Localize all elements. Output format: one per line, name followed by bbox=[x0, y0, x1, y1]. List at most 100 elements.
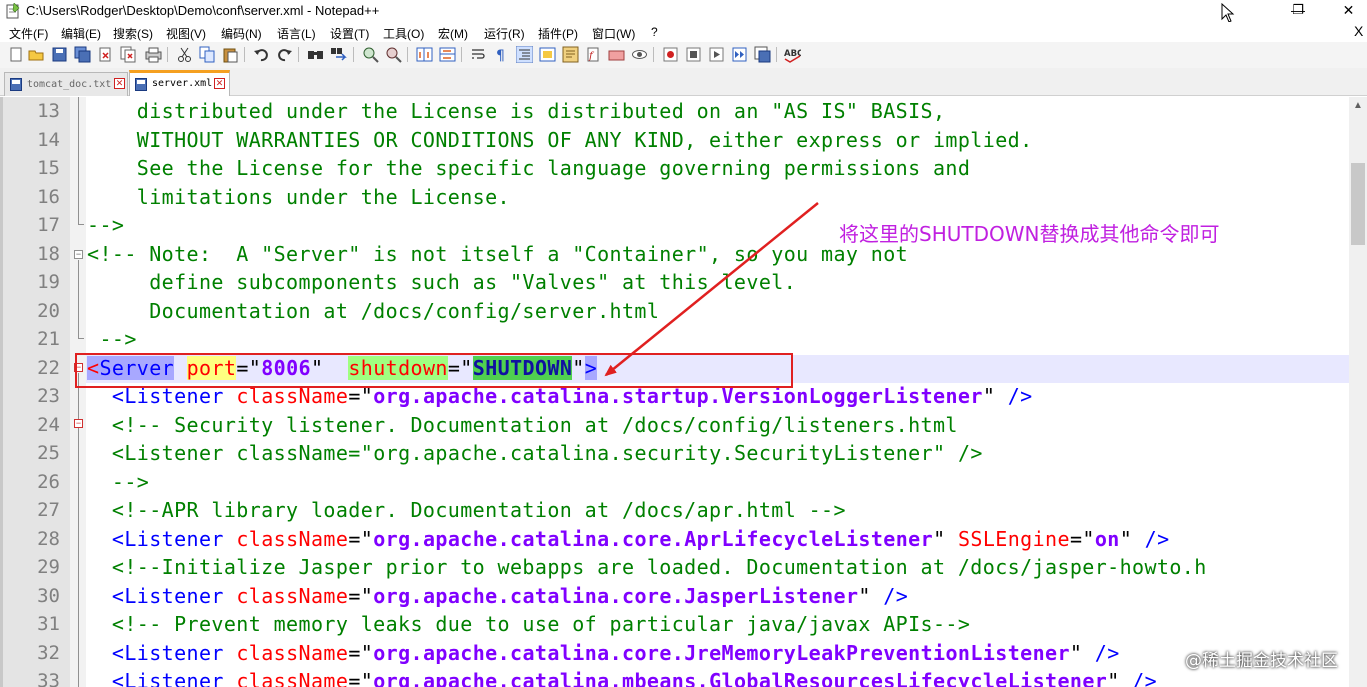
monitor-icon[interactable] bbox=[631, 46, 648, 63]
line-number: 22 bbox=[37, 356, 60, 379]
line-number: 18 bbox=[37, 242, 60, 265]
tab-server-xml[interactable]: server.xml ✕ bbox=[129, 70, 230, 96]
play-macro-icon[interactable] bbox=[708, 46, 725, 63]
code-line: 31 <!-- Prevent memory leaks due to use … bbox=[0, 610, 1349, 638]
menu-search[interactable]: 搜索(S) bbox=[113, 25, 153, 42]
code-line: 30 <Listener className="org.apache.catal… bbox=[0, 582, 1349, 610]
maximize-button[interactable]: ❐ bbox=[1275, 0, 1321, 22]
line-number: 24 bbox=[37, 413, 60, 436]
folder-workspace-icon[interactable] bbox=[608, 46, 625, 63]
find-icon[interactable] bbox=[307, 46, 324, 63]
line-number: 14 bbox=[37, 128, 60, 151]
tab-close-icon[interactable]: ✕ bbox=[114, 78, 125, 89]
spell-check-icon[interactable]: ABC bbox=[784, 46, 801, 63]
replace-icon[interactable] bbox=[330, 46, 347, 63]
code-line: 28 <Listener className="org.apache.catal… bbox=[0, 525, 1349, 553]
scrollbar-thumb[interactable] bbox=[1351, 163, 1365, 245]
menu-language[interactable]: 语言(L) bbox=[277, 25, 316, 42]
code-text: <Listener className="org.apache.catalina… bbox=[111, 526, 1170, 551]
toolbar-separator bbox=[167, 47, 168, 62]
line-number: 21 bbox=[37, 328, 60, 350]
menu-encoding[interactable]: 编码(N) bbox=[221, 25, 262, 42]
line-number: 31 bbox=[37, 613, 60, 635]
toolbar-separator bbox=[461, 47, 462, 62]
line-number: 26 bbox=[37, 470, 60, 493]
menu-run[interactable]: 运行(R) bbox=[484, 25, 525, 42]
print-icon[interactable] bbox=[145, 46, 162, 63]
menu-settings[interactable]: 设置(T) bbox=[330, 25, 369, 42]
code-line: 15 See the License for the specific lang… bbox=[0, 154, 1349, 182]
close-icon[interactable] bbox=[97, 46, 114, 63]
code-line: 13 distributed under the License is dist… bbox=[0, 97, 1349, 125]
cut-icon[interactable] bbox=[176, 46, 193, 63]
code-text: --> bbox=[87, 327, 137, 351]
highlight-box bbox=[75, 353, 793, 388]
vertical-scrollbar[interactable]: ▲ bbox=[1349, 97, 1367, 687]
doc-map-icon[interactable] bbox=[562, 46, 579, 63]
word-wrap-icon[interactable] bbox=[470, 46, 487, 63]
toolbar-separator bbox=[407, 47, 408, 62]
run-macro-multiple-icon[interactable] bbox=[731, 46, 748, 63]
menu-edit[interactable]: 编辑(E) bbox=[61, 25, 101, 42]
tab-tomcat-doc[interactable]: tomcat_doc.txt ✕ bbox=[4, 72, 128, 96]
indent-guide-icon[interactable] bbox=[516, 46, 533, 63]
sync-vertical-icon[interactable] bbox=[416, 46, 433, 63]
redo-icon[interactable] bbox=[276, 46, 293, 63]
save-all-icon[interactable] bbox=[74, 46, 91, 63]
scroll-up-icon[interactable]: ▲ bbox=[1349, 97, 1367, 115]
menu-help[interactable]: ? bbox=[651, 25, 658, 39]
code-text: define subcomponents such as "Valves" at… bbox=[87, 270, 797, 294]
save-macro-icon[interactable] bbox=[754, 46, 771, 63]
menu-macro[interactable]: 宏(M) bbox=[438, 25, 468, 42]
menu-plugins[interactable]: 插件(P) bbox=[538, 25, 578, 42]
code-text: limitations under the License. bbox=[87, 184, 510, 209]
zoom-in-icon[interactable] bbox=[362, 46, 379, 63]
line-number: 19 bbox=[37, 271, 60, 293]
line-number: 28 bbox=[37, 527, 60, 550]
code-line: 19 define subcomponents such as "Valves"… bbox=[0, 268, 1349, 296]
code-editor[interactable]: − − − 13 distributed under the License i… bbox=[0, 97, 1367, 687]
menu-window[interactable]: 窗口(W) bbox=[592, 25, 635, 42]
tab-bar: tomcat_doc.txt ✕ server.xml ✕ bbox=[0, 68, 1367, 96]
code-line: 26 --> bbox=[0, 468, 1349, 496]
code-text: <Listener className="org.apache.catalina… bbox=[111, 640, 1120, 665]
save-icon[interactable] bbox=[51, 46, 68, 63]
code-line: 20 Documentation at /docs/config/server.… bbox=[0, 297, 1349, 325]
line-number: 16 bbox=[37, 185, 60, 208]
line-number: 25 bbox=[37, 442, 60, 464]
code-text: <!-- Security listener. Documentation at… bbox=[87, 412, 958, 437]
open-file-icon[interactable] bbox=[28, 46, 45, 63]
code-line: 21 --> bbox=[0, 325, 1349, 353]
toolbar-separator bbox=[244, 47, 245, 62]
sync-horizontal-icon[interactable] bbox=[439, 46, 456, 63]
stop-record-icon[interactable] bbox=[685, 46, 702, 63]
toolbar-separator bbox=[776, 47, 777, 62]
line-number: 20 bbox=[37, 299, 60, 322]
function-list-icon[interactable]: f bbox=[585, 46, 602, 63]
zoom-out-icon[interactable] bbox=[385, 46, 402, 63]
line-number: 13 bbox=[37, 100, 60, 122]
show-all-chars-icon[interactable]: ¶ bbox=[493, 46, 510, 63]
tab-close-icon[interactable]: ✕ bbox=[214, 78, 225, 89]
line-number: 29 bbox=[37, 556, 60, 578]
undo-icon[interactable] bbox=[253, 46, 270, 63]
toolbar-separator bbox=[353, 47, 354, 62]
line-number: 32 bbox=[37, 641, 60, 664]
user-lang-icon[interactable] bbox=[539, 46, 556, 63]
menu-file[interactable]: 文件(F) bbox=[9, 25, 48, 42]
copy-icon[interactable] bbox=[199, 46, 216, 63]
paste-icon[interactable] bbox=[222, 46, 239, 63]
code-text: --> bbox=[87, 213, 125, 237]
close-document-button[interactable]: X bbox=[1354, 23, 1363, 39]
menu-view[interactable]: 视图(V) bbox=[166, 25, 206, 42]
file-icon bbox=[135, 78, 147, 91]
code-line: 32 <Listener className="org.apache.catal… bbox=[0, 639, 1349, 667]
menu-tools[interactable]: 工具(O) bbox=[383, 25, 424, 42]
tab-label: tomcat_doc.txt bbox=[27, 79, 112, 90]
record-macro-icon[interactable] bbox=[662, 46, 679, 63]
close-all-icon[interactable] bbox=[120, 46, 137, 63]
code-text: <Listener className="org.apache.catalina… bbox=[111, 669, 1158, 687]
title-bar: C:\Users\Rodger\Desktop\Demo\conf\server… bbox=[0, 0, 1367, 23]
new-file-icon[interactable] bbox=[8, 46, 25, 63]
close-window-button[interactable]: ✕ bbox=[1330, 0, 1367, 22]
